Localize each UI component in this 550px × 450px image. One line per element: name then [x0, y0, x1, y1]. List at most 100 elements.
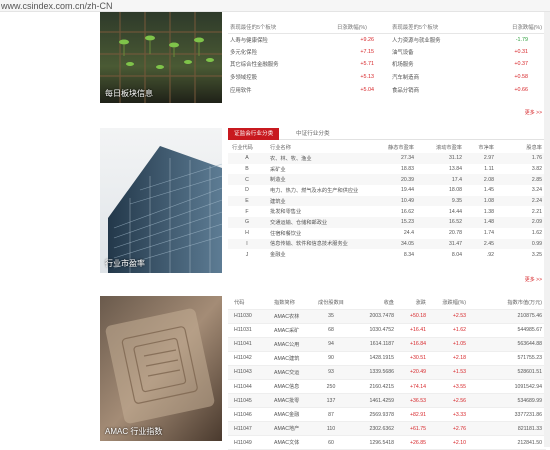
index-code[interactable]: H11045: [228, 393, 274, 409]
index-name[interactable]: AMAC交运: [274, 365, 314, 380]
pb: 2.97: [466, 153, 498, 164]
table-row[interactable]: 应用软件 +5.04 食品分销商 +0.66: [228, 83, 546, 96]
table-row[interactable]: 人寿与健康保险 +9.26 人力资源与就业服务 -1.79: [228, 33, 546, 46]
index-code[interactable]: H11041: [228, 337, 274, 352]
industry-name[interactable]: 住宿和餐饮业: [270, 228, 370, 239]
industry-pe-photo[interactable]: 行业市盈率: [100, 128, 222, 273]
worst-sector-name[interactable]: 食品分销商: [388, 83, 476, 96]
table-row[interactable]: 多元化保险 +7.15 油气设备 +0.31: [228, 46, 546, 59]
industry-name[interactable]: 交通运输、仓储和邮政业: [270, 217, 370, 228]
table-row[interactable]: G 交通运输、仓储和邮政业 15.23 16.52 1.48 2.09: [228, 217, 546, 228]
index-code[interactable]: H11044: [228, 379, 274, 395]
static-pe: 20.39: [370, 174, 418, 186]
ttm-pe: 31.12: [418, 153, 466, 164]
index-name[interactable]: AMAC金融: [274, 407, 314, 423]
page-scrollbar[interactable]: [544, 12, 550, 447]
best-sector-pct: +7.15: [360, 48, 374, 55]
index-code[interactable]: H11047: [228, 421, 274, 437]
best-sector-name[interactable]: 多领域控股: [228, 71, 316, 84]
table-row[interactable]: 多领域控股 +5.13 汽车制造商 +0.58: [228, 71, 546, 84]
table-row[interactable]: H11030 AMAC农林 35 2003.7478 +50.18 +2.53 210875…: [228, 309, 546, 324]
table-row[interactable]: H11046 AMAC金融 87 2569.9378 +82.91 +3.33 337723…: [228, 407, 546, 423]
tab-csi-classification[interactable]: 中证行业分类: [290, 128, 336, 140]
table-row[interactable]: H11044 AMAC信息 250 2160.4215 +74.14 +3.55 10915…: [228, 379, 546, 395]
best-sector-name[interactable]: 人寿与健康保险: [228, 33, 316, 46]
pb: 1.45: [483, 187, 494, 194]
index-code[interactable]: H11049: [228, 435, 274, 450]
industry-name[interactable]: 制造业: [270, 174, 370, 186]
industry-name[interactable]: 信息传输、软件和信息技术服务业: [270, 238, 370, 250]
industry-name[interactable]: 农、林、牧、渔业: [270, 153, 370, 164]
best-sector-name[interactable]: 多元化保险: [228, 46, 316, 59]
url-text: www.csindex.com.cn/zh-CN: [1, 1, 113, 11]
worst-sector-name[interactable]: 汽车制造商: [388, 71, 476, 84]
change-pct: +2.18: [430, 351, 470, 366]
address-bar[interactable]: www.csindex.com.cn/zh-CN: [0, 0, 550, 12]
change-value: +16.41: [398, 323, 430, 338]
index-name[interactable]: AMAC批零: [274, 393, 314, 409]
index-code[interactable]: H11031: [228, 323, 274, 338]
table-row[interactable]: H 住宿和餐饮业 24.4 20.78 1.74 1.62: [228, 228, 546, 239]
table-header-row: 代码 指数简称 成份股数目 收盘 涨跌 涨跌幅(%) 指数市值(万元): [228, 296, 546, 310]
best-sector-name[interactable]: 应用软件: [228, 83, 316, 96]
index-code[interactable]: H11046: [228, 407, 274, 423]
industry-code: C: [228, 174, 270, 186]
industry-name[interactable]: 金融业: [270, 249, 370, 260]
table-row[interactable]: H11043 AMAC交运 93 1339.5686 +20.49 +1.53 528601…: [228, 365, 546, 380]
change-value: +61.75: [398, 421, 430, 437]
index-code[interactable]: H11043: [228, 365, 274, 380]
table-row[interactable]: I 信息传输、软件和信息技术服务业 34.05 31.47 2.45 0.99: [228, 238, 546, 250]
index-name[interactable]: AMAC建筑: [274, 351, 314, 366]
table-row[interactable]: E 建筑业 10.49 9.35 1.08 2.24: [228, 195, 546, 207]
index-name[interactable]: AMAC农林: [274, 309, 314, 324]
index-code[interactable]: H11042: [228, 351, 274, 366]
industry-name[interactable]: 批发和零售业: [270, 206, 370, 217]
table-header-row: 表现最佳的5个板块 日涨跌幅(%) 表现最差的5个板块 日涨跌幅(%): [228, 22, 546, 34]
table-row[interactable]: 其它综合性金融服务 +5.71 机场服务 +0.37: [228, 58, 546, 71]
daily-sector-panel: 表现最佳的5个板块 日涨跌幅(%) 表现最差的5个板块 日涨跌幅(%) 人寿与健…: [228, 22, 546, 116]
daily-more-link[interactable]: 更多 >>: [525, 109, 542, 116]
pb: 1.74: [483, 230, 494, 237]
amac-index-photo[interactable]: AMAC 行业指数: [100, 296, 222, 441]
header-index-name: 指数简称: [274, 296, 314, 310]
industry-more-link[interactable]: 更多 >>: [525, 276, 542, 283]
best-sector-name[interactable]: 其它综合性金融服务: [228, 58, 316, 71]
header-code: 行业代码: [232, 145, 253, 151]
index-name[interactable]: AMAC地产: [274, 421, 314, 437]
header-code: 代码: [228, 296, 274, 310]
table-row[interactable]: D 电力、热力、燃气及水的生产和供应业 19.44 18.08 1.45 3.24: [228, 185, 546, 196]
table-row[interactable]: B 采矿业 18.83 13.84 1.11 3.82: [228, 164, 546, 175]
table-row[interactable]: A 农、林、牧、渔业 27.34 31.12 2.97 1.76: [228, 153, 546, 164]
static-pe: 27.34: [370, 153, 418, 164]
index-name[interactable]: AMAC信息: [274, 379, 314, 395]
constituent-count: 94: [314, 337, 352, 352]
index-name[interactable]: AMAC公用: [274, 337, 314, 352]
table-row[interactable]: C 制造业 20.39 17.4 2.08 2.85: [228, 174, 546, 186]
industry-name[interactable]: 采矿业: [270, 164, 370, 175]
worst-sector-name[interactable]: 机场服务: [388, 58, 476, 71]
ttm-pe: 13.84: [449, 166, 462, 173]
table-row[interactable]: H11031 AMAC采矿 68 1030.4752 +16.41 +1.62 544985…: [228, 323, 546, 338]
table-row[interactable]: J 金融业 8.34 8.04 .92 3.25: [228, 249, 546, 260]
industry-name[interactable]: 建筑业: [270, 195, 370, 207]
daily-sector-photo[interactable]: 每日板块信息: [100, 12, 222, 103]
table-row[interactable]: H11049 AMAC文体 60 1296.5418 +26.85 +2.10 212841…: [228, 435, 546, 450]
table-row[interactable]: H11042 AMAC建筑 90 1428.1915 +30.51 +2.18 571755…: [228, 351, 546, 366]
table-row[interactable]: H11047 AMAC地产 110 2302.6362 +61.75 +2.76 82118…: [228, 421, 546, 437]
table-row[interactable]: H11045 AMAC批零 137 1461.4259 +36.53 +2.56 53468…: [228, 393, 546, 409]
ttm-pe: 17.4: [418, 174, 466, 186]
worst-sector-name[interactable]: 油气设备: [388, 46, 476, 59]
static-pe: 10.49: [370, 195, 418, 207]
table-row[interactable]: F 批发和零售业 16.62 14.44 1.38 2.21: [228, 206, 546, 217]
worst-sector-name[interactable]: 人力资源与就业服务: [388, 33, 476, 46]
industry-name[interactable]: 电力、热力、燃气及水的生产和供应业: [270, 185, 370, 196]
table-row[interactable]: H11041 AMAC公用 94 1614.1187 +16.84 +1.05 563644…: [228, 337, 546, 352]
industry-code: H: [245, 230, 249, 237]
index-name[interactable]: AMAC文体: [274, 435, 314, 450]
header-best: 表现最佳的5个板块: [228, 22, 316, 34]
tab-csrc-classification[interactable]: 证监会行业分类: [228, 128, 280, 140]
index-code[interactable]: H11030: [228, 309, 274, 324]
daily-sector-table: 表现最佳的5个板块 日涨跌幅(%) 表现最差的5个板块 日涨跌幅(%) 人寿与健…: [228, 22, 546, 96]
market-cap: 528601.51: [470, 365, 546, 380]
index-name[interactable]: AMAC采矿: [274, 323, 314, 338]
